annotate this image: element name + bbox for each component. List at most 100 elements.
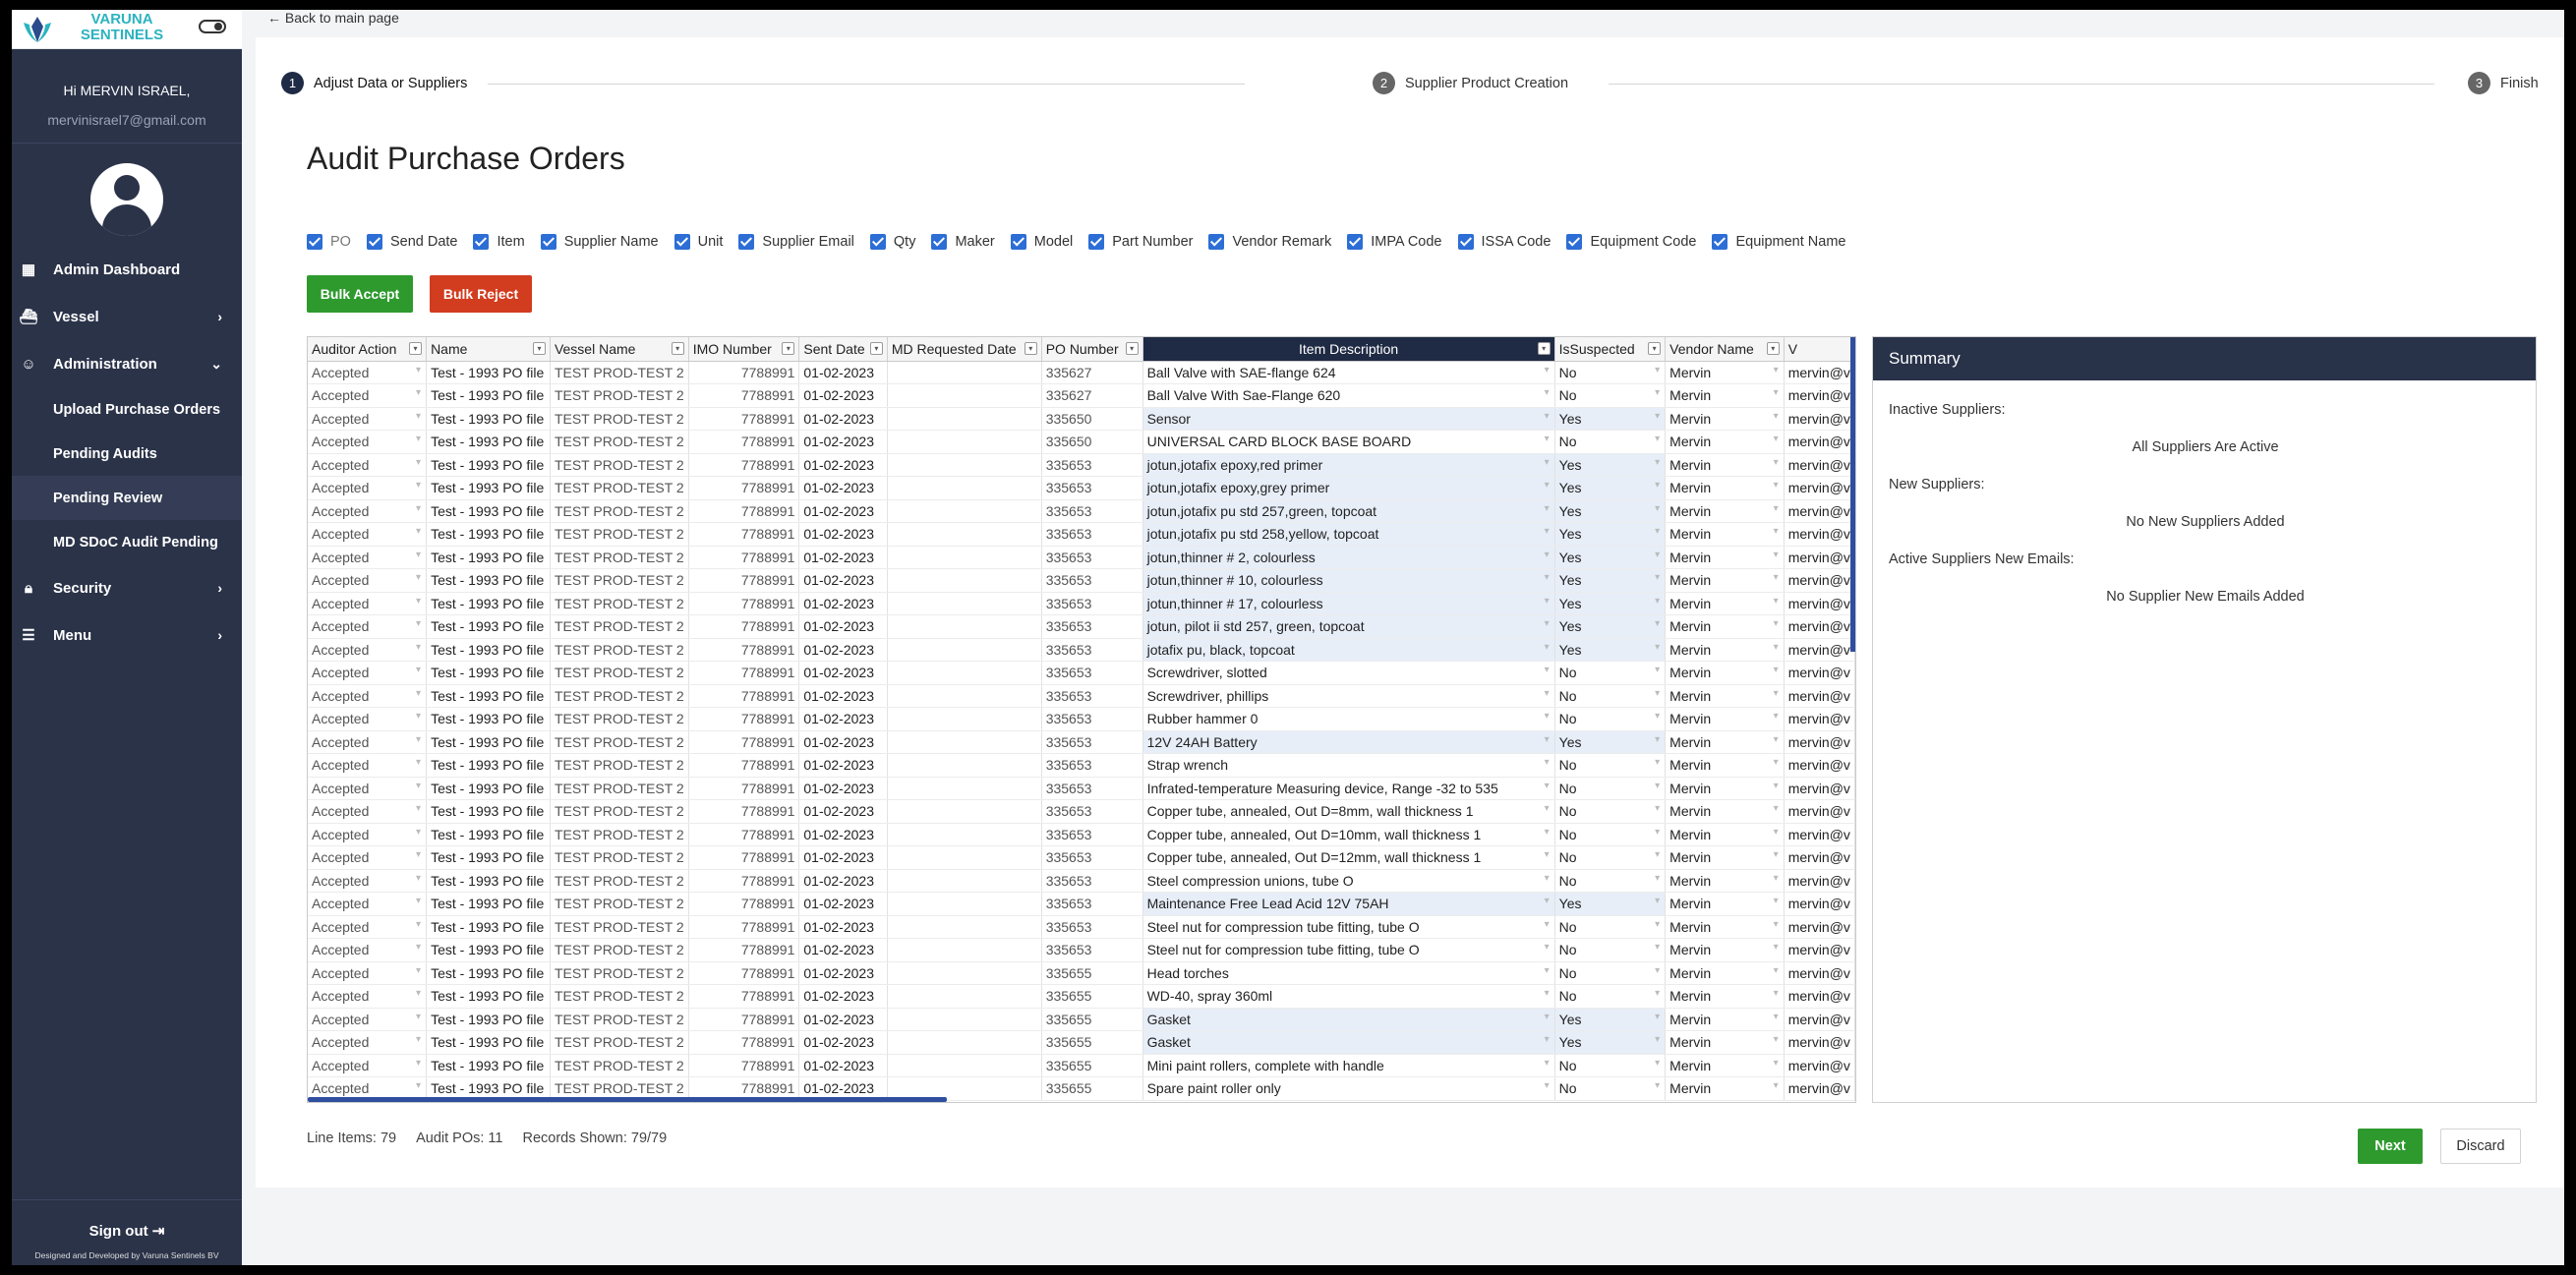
vessel-name-cell[interactable]: TEST PROD-TEST 2 xyxy=(550,823,689,846)
table-row[interactable]: AcceptedTest - 1993 PO fileTEST PROD-TES… xyxy=(308,684,1855,708)
sent-date-cell[interactable]: 01-02-2023 xyxy=(798,823,888,846)
vendor-name-cell[interactable]: Mervin xyxy=(1665,407,1785,431)
vendor-email-cell[interactable]: mervin@v xyxy=(1784,1054,1855,1077)
is-suspected-cell[interactable]: No xyxy=(1554,684,1667,708)
name-cell[interactable]: Test - 1993 PO file xyxy=(426,546,551,569)
item-description-cell[interactable]: jotun,jotafix epoxy,red primer xyxy=(1142,453,1555,477)
vendor-name-cell[interactable]: Mervin xyxy=(1665,961,1785,985)
table-row[interactable]: AcceptedTest - 1993 PO fileTEST PROD-TES… xyxy=(308,730,1855,754)
vendor-email-cell[interactable]: mervin@v xyxy=(1784,499,1855,523)
imo-number-cell[interactable]: 7788991 xyxy=(688,845,800,870)
column-toggle-checkbox[interactable]: Equipment Code xyxy=(1566,234,1696,250)
md-requested-date-cell[interactable] xyxy=(887,961,1042,985)
vendor-email-cell[interactable]: mervin@v xyxy=(1784,938,1855,962)
imo-number-cell[interactable]: 7788991 xyxy=(688,1030,800,1055)
vendor-email-cell[interactable]: mervin@v xyxy=(1784,730,1855,754)
avatar[interactable] xyxy=(90,163,163,236)
name-cell[interactable]: Test - 1993 PO file xyxy=(426,753,551,778)
auditor-action-cell[interactable]: Accepted xyxy=(308,661,428,685)
name-cell[interactable]: Test - 1993 PO file xyxy=(426,1054,551,1077)
po-number-cell[interactable]: 335653 xyxy=(1041,823,1143,846)
md-requested-date-cell[interactable] xyxy=(887,1054,1042,1077)
imo-number-cell[interactable]: 7788991 xyxy=(688,430,800,454)
auditor-action-cell[interactable]: Accepted xyxy=(308,638,428,662)
md-requested-date-cell[interactable] xyxy=(887,777,1042,800)
po-number-cell[interactable]: 335653 xyxy=(1041,453,1143,477)
vendor-email-cell[interactable]: mervin@v xyxy=(1784,638,1855,662)
sent-date-cell[interactable]: 01-02-2023 xyxy=(798,546,888,569)
is-suspected-cell[interactable]: No xyxy=(1554,383,1667,408)
sent-date-cell[interactable]: 01-02-2023 xyxy=(798,453,888,477)
item-description-cell[interactable]: Infrated-temperature Measuring device, R… xyxy=(1142,777,1555,800)
item-description-cell[interactable]: Spare paint roller only xyxy=(1142,1076,1555,1101)
imo-number-cell[interactable]: 7788991 xyxy=(688,568,800,593)
vendor-name-cell[interactable]: Mervin xyxy=(1665,430,1785,454)
md-requested-date-cell[interactable] xyxy=(887,845,1042,870)
item-description-cell[interactable]: 12V 24AH Battery xyxy=(1142,730,1555,754)
column-header[interactable]: MD Requested Date ▾ xyxy=(887,337,1042,362)
is-suspected-cell[interactable]: No xyxy=(1554,799,1667,824)
md-requested-date-cell[interactable] xyxy=(887,522,1042,547)
vessel-name-cell[interactable]: TEST PROD-TEST 2 xyxy=(550,869,689,893)
name-cell[interactable]: Test - 1993 PO file xyxy=(426,892,551,916)
table-row[interactable]: AcceptedTest - 1993 PO fileTEST PROD-TES… xyxy=(308,638,1855,662)
is-suspected-cell[interactable]: No xyxy=(1554,753,1667,778)
item-description-cell[interactable]: jotun, pilot ii std 257, green, topcoat xyxy=(1142,614,1555,639)
imo-number-cell[interactable]: 7788991 xyxy=(688,361,800,384)
vendor-name-cell[interactable]: Mervin xyxy=(1665,984,1785,1009)
vessel-name-cell[interactable]: TEST PROD-TEST 2 xyxy=(550,383,689,408)
filter-icon[interactable]: ▾ xyxy=(532,342,546,355)
column-toggle-checkbox[interactable]: Supplier Name xyxy=(540,234,659,250)
name-cell[interactable]: Test - 1993 PO file xyxy=(426,684,551,708)
po-number-cell[interactable]: 335653 xyxy=(1041,753,1143,778)
imo-number-cell[interactable]: 7788991 xyxy=(688,753,800,778)
is-suspected-cell[interactable]: No xyxy=(1554,777,1667,800)
auditor-action-cell[interactable]: Accepted xyxy=(308,568,428,593)
vendor-name-cell[interactable]: Mervin xyxy=(1665,638,1785,662)
item-description-cell[interactable]: Screwdriver, phillips xyxy=(1142,684,1555,708)
is-suspected-cell[interactable]: Yes xyxy=(1554,568,1667,593)
auditor-action-cell[interactable]: Accepted xyxy=(308,383,428,408)
auditor-action-cell[interactable]: Accepted xyxy=(308,546,428,569)
table-row[interactable]: AcceptedTest - 1993 PO fileTEST PROD-TES… xyxy=(308,984,1855,1009)
auditor-action-cell[interactable]: Accepted xyxy=(308,961,428,985)
imo-number-cell[interactable]: 7788991 xyxy=(688,614,800,639)
vendor-email-cell[interactable]: mervin@v xyxy=(1784,915,1855,939)
is-suspected-cell[interactable]: Yes xyxy=(1554,522,1667,547)
po-number-cell[interactable]: 335655 xyxy=(1041,1008,1143,1031)
column-toggle-checkbox[interactable]: ISSA Code xyxy=(1457,234,1551,250)
column-header[interactable]: IMO Number ▾ xyxy=(688,337,800,362)
auditor-action-cell[interactable]: Accepted xyxy=(308,799,428,824)
auditor-action-cell[interactable]: Accepted xyxy=(308,592,428,615)
step-1[interactable]: 1 Adjust Data or Suppliers xyxy=(281,72,467,94)
auditor-action-cell[interactable]: Accepted xyxy=(308,499,428,523)
column-toggle-checkbox[interactable]: Qty xyxy=(869,234,915,250)
item-description-cell[interactable]: jotafix pu, black, topcoat xyxy=(1142,638,1555,662)
imo-number-cell[interactable]: 7788991 xyxy=(688,638,800,662)
name-cell[interactable]: Test - 1993 PO file xyxy=(426,799,551,824)
vessel-name-cell[interactable]: TEST PROD-TEST 2 xyxy=(550,730,689,754)
sent-date-cell[interactable]: 01-02-2023 xyxy=(798,661,888,685)
po-number-cell[interactable]: 335655 xyxy=(1041,1054,1143,1077)
item-description-cell[interactable]: jotun,jotafix pu std 257,green, topcoat xyxy=(1142,499,1555,523)
po-number-cell[interactable]: 335627 xyxy=(1041,361,1143,384)
vendor-email-cell[interactable]: mervin@v xyxy=(1784,522,1855,547)
vendor-name-cell[interactable]: Mervin xyxy=(1665,1030,1785,1055)
column-header[interactable]: Item Description ▾ xyxy=(1142,337,1555,362)
vendor-name-cell[interactable]: Mervin xyxy=(1665,546,1785,569)
po-number-cell[interactable]: 335653 xyxy=(1041,546,1143,569)
sent-date-cell[interactable]: 01-02-2023 xyxy=(798,430,888,454)
vendor-name-cell[interactable]: Mervin xyxy=(1665,730,1785,754)
name-cell[interactable]: Test - 1993 PO file xyxy=(426,361,551,384)
imo-number-cell[interactable]: 7788991 xyxy=(688,684,800,708)
item-description-cell[interactable]: jotun,thinner # 10, colourless xyxy=(1142,568,1555,593)
item-description-cell[interactable]: jotun,thinner # 17, colourless xyxy=(1142,592,1555,615)
vessel-name-cell[interactable]: TEST PROD-TEST 2 xyxy=(550,684,689,708)
item-description-cell[interactable]: Copper tube, annealed, Out D=8mm, wall t… xyxy=(1142,799,1555,824)
sidebar-subitem-md-sdoc-audit-pending[interactable]: MD SDoC Audit Pending xyxy=(12,520,242,564)
item-description-cell[interactable]: Ball Valve With Sae-Flange 620 xyxy=(1142,383,1555,408)
vendor-name-cell[interactable]: Mervin xyxy=(1665,869,1785,893)
column-toggle-checkbox[interactable]: Supplier Email xyxy=(738,234,854,250)
bulk-reject-button[interactable]: Bulk Reject xyxy=(430,275,532,313)
md-requested-date-cell[interactable] xyxy=(887,1008,1042,1031)
